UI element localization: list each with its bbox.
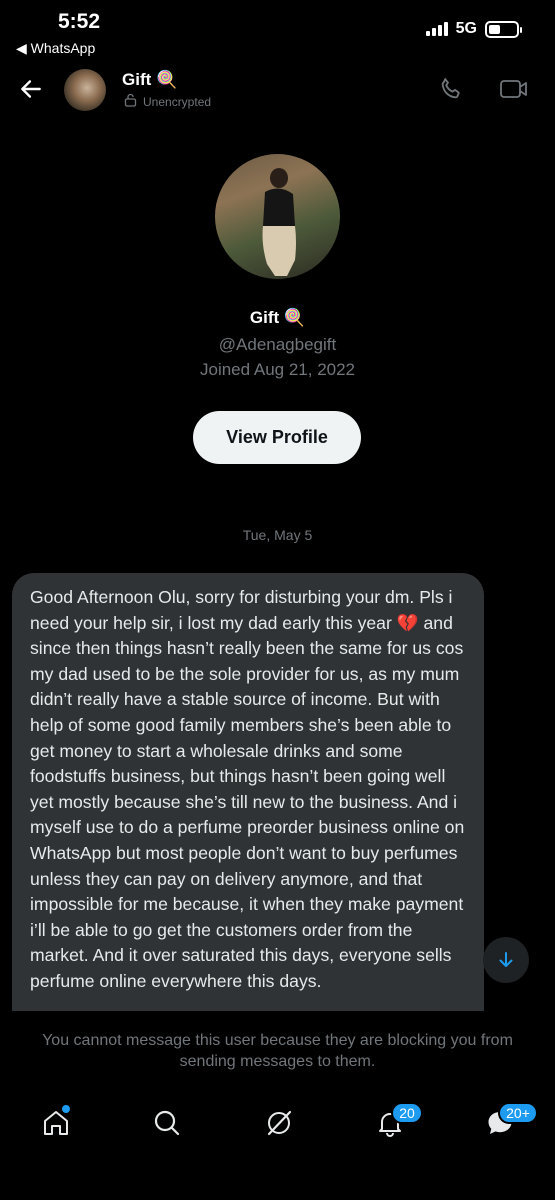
header-user-name[interactable]: Gift 🍭 xyxy=(122,70,177,90)
battery-icon xyxy=(485,20,522,38)
status-time: 5:52 xyxy=(58,10,101,33)
date-separator: Tue, May 5 xyxy=(242,527,313,543)
nav-home[interactable] xyxy=(38,1105,74,1141)
profile-name: Gift 🍭 xyxy=(249,308,306,327)
network-type: 5G xyxy=(455,20,477,37)
nav-grok[interactable] xyxy=(261,1105,297,1141)
blocked-notice: You cannot message this user because the… xyxy=(42,1032,513,1070)
profile-handle: @Adenagbegift xyxy=(218,335,337,354)
grok-icon xyxy=(267,1110,292,1136)
search-icon xyxy=(154,1110,180,1136)
encryption-status: Unencrypted xyxy=(124,93,211,110)
profile-photo-figure xyxy=(262,168,296,276)
encryption-label: Unencrypted xyxy=(143,94,212,109)
status-indicators: 5G xyxy=(425,20,522,38)
profile-joined-date: Joined Aug 21, 2022 xyxy=(199,360,356,379)
phone-call-icon[interactable] xyxy=(438,76,464,107)
video-call-icon[interactable] xyxy=(499,78,529,105)
cellular-signal-icon xyxy=(425,22,448,36)
lock-icon xyxy=(124,93,137,110)
scroll-to-bottom-button[interactable] xyxy=(483,937,529,983)
message-container: Good Afternoon Olu, sorry for disturbing… xyxy=(12,573,484,1011)
arrow-down-icon xyxy=(499,952,513,967)
profile-avatar[interactable] xyxy=(215,154,340,279)
messages-badge: 20+ xyxy=(498,1102,538,1124)
home-unread-dot xyxy=(62,1105,70,1113)
message-bubble[interactable]: Good Afternoon Olu, sorry for disturbing… xyxy=(12,573,484,1011)
nav-search[interactable] xyxy=(149,1105,185,1141)
notifications-badge: 20 xyxy=(391,1102,423,1124)
back-arrow-icon[interactable] xyxy=(18,76,44,107)
back-to-whatsapp-link[interactable]: ◀ WhatsApp xyxy=(16,40,95,57)
view-profile-button[interactable]: View Profile xyxy=(193,411,361,464)
header-avatar[interactable] xyxy=(64,69,106,111)
